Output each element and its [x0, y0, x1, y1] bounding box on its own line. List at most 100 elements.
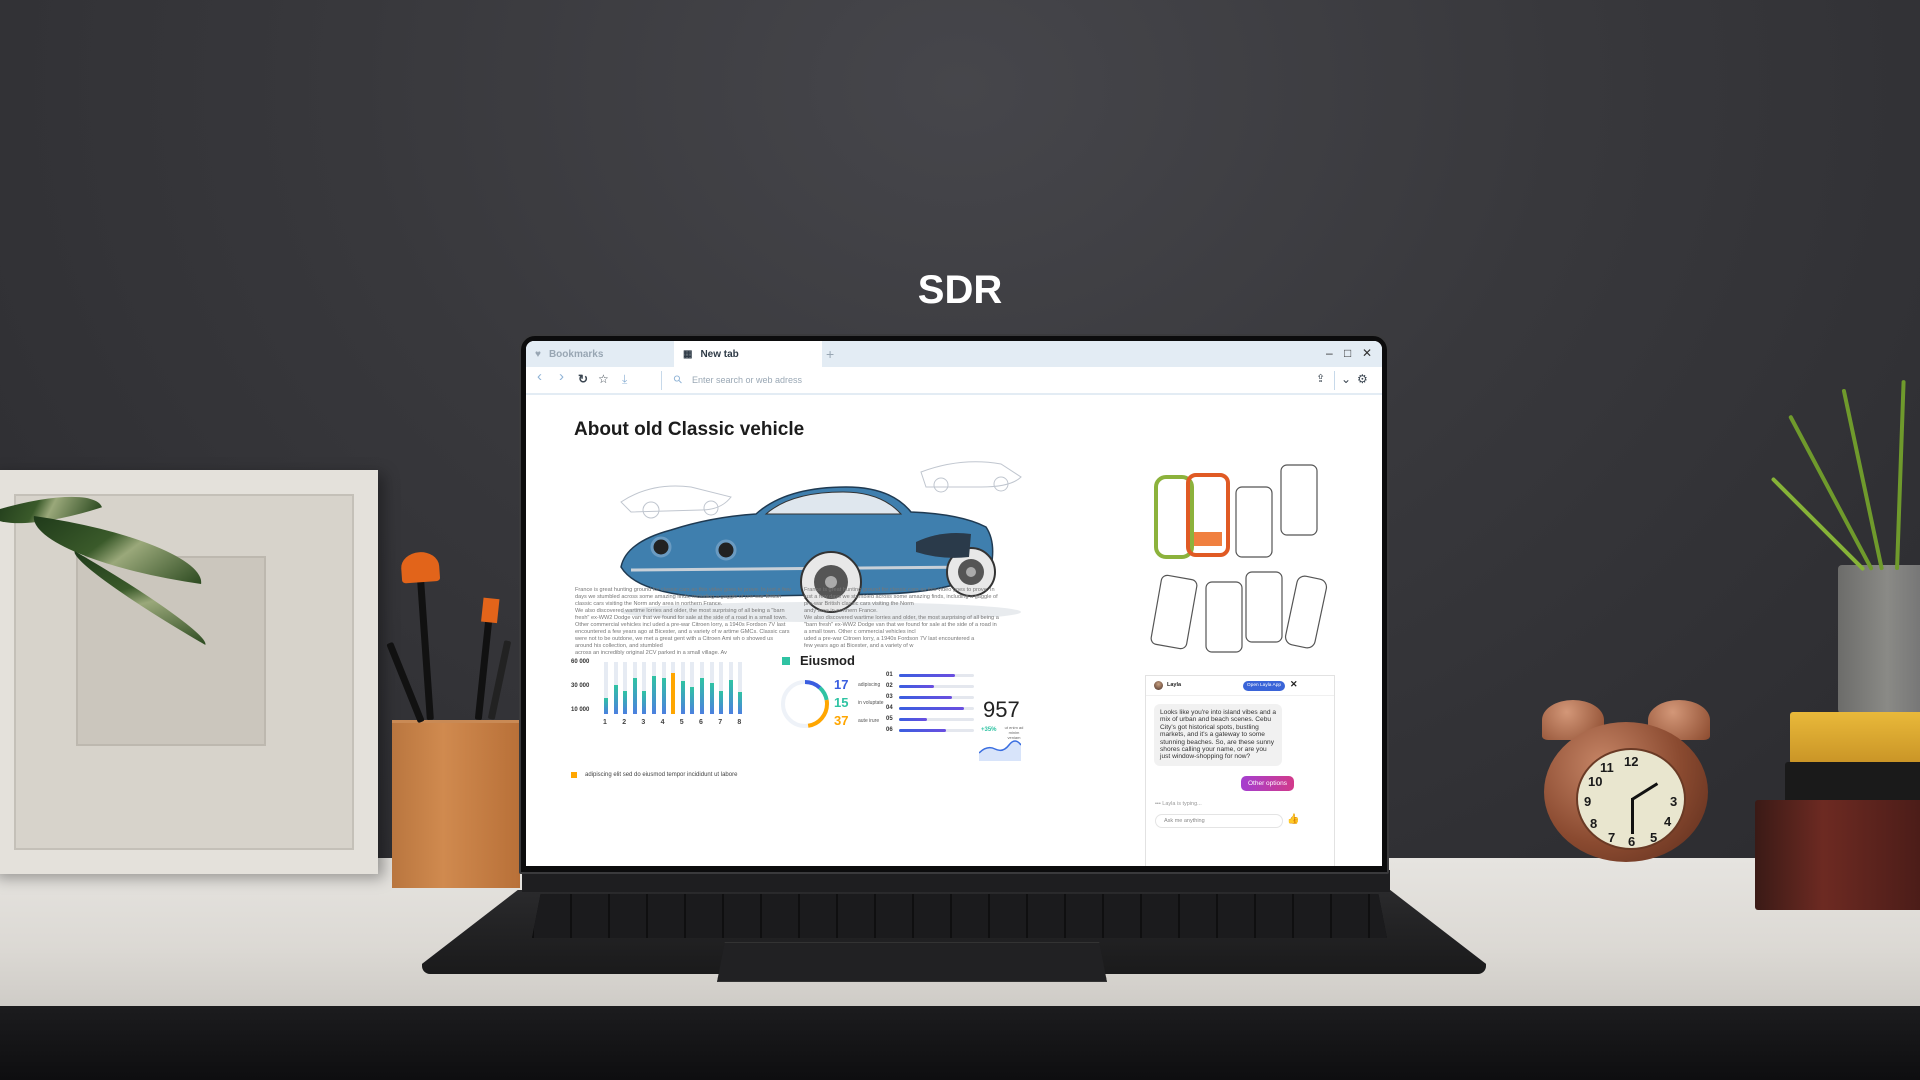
- square-icon: [782, 656, 790, 665]
- book-yellow: [1790, 712, 1920, 764]
- tab-bar: ♥ Bookmarks ▦ New tab + – □ ✕: [526, 341, 1382, 367]
- sketch-car-right: [920, 461, 1022, 493]
- tab-label: Bookmarks: [548, 348, 604, 360]
- minimize-icon[interactable]: –: [1326, 346, 1333, 360]
- sdr-label: SDR: [917, 268, 1003, 312]
- progress-fill: [899, 685, 934, 688]
- tab-label: New tab: [700, 348, 739, 360]
- stat-item: 17 adipiscing: [834, 677, 880, 692]
- chart-bar[interactable]: [671, 673, 676, 714]
- stat-label: aute irure: [858, 717, 880, 724]
- share-icon[interactable]: ⇪: [1316, 372, 1325, 385]
- forward-icon[interactable]: ›: [559, 368, 564, 385]
- chart-bar[interactable]: [632, 678, 637, 714]
- stat-label: adipiscing: [858, 681, 881, 688]
- legend-swatch: [571, 772, 577, 778]
- chart-bar[interactable]: [661, 678, 666, 714]
- chart-bar[interactable]: [642, 690, 647, 714]
- y-tick-label: 30 000: [571, 683, 590, 689]
- chart-bar[interactable]: [719, 690, 724, 714]
- sketch-car-left: [620, 485, 732, 519]
- donut-chart: [781, 680, 829, 728]
- clock-face: 12 3 69 11 10 87 54: [1576, 748, 1686, 850]
- progress-label: 02: [886, 683, 893, 689]
- close-icon[interactable]: ✕: [1290, 679, 1298, 690]
- chevron-down-icon[interactable]: ⌄: [1341, 372, 1351, 386]
- progress-fill: [899, 696, 953, 699]
- progress-label: 01: [886, 672, 893, 678]
- x-tick-label: 2: [622, 719, 627, 726]
- y-tick-label: 60 000: [571, 659, 590, 665]
- chart-bar[interactable]: [690, 687, 695, 714]
- progress-fill: [899, 718, 927, 721]
- address-bar[interactable]: Enter search or web adress: [692, 375, 802, 385]
- open-app-button[interactable]: Open Layla App: [1243, 681, 1285, 691]
- new-tab-button[interactable]: +: [826, 341, 846, 367]
- desk-edge: [0, 1006, 1920, 1080]
- close-icon[interactable]: ✕: [1362, 346, 1372, 360]
- toolbar-divider: [661, 371, 662, 390]
- x-tick-label: 6: [699, 719, 703, 726]
- laptop-base: [422, 870, 1486, 982]
- chart-bar[interactable]: [700, 678, 704, 714]
- book-black: [1785, 762, 1920, 804]
- grid-icon: ▦: [683, 348, 693, 360]
- chart-legend: adipiscing elit sed do eiusmod tempor in…: [571, 772, 737, 778]
- avatar: [1154, 681, 1163, 690]
- navigation-toolbar: ‹ › ↻ ☆ ⤓ ⚲ Enter search or web adress ⇪…: [526, 367, 1382, 395]
- gear-icon[interactable]: ⚙: [1357, 372, 1368, 386]
- y-tick-label: 10 000: [571, 707, 590, 713]
- stat-value: 15: [834, 695, 849, 710]
- progress-bar: [899, 685, 974, 688]
- progress-fill: [899, 729, 946, 732]
- progress-bar: [899, 707, 974, 710]
- typing-indicator: ••• Layla is typing...: [1155, 801, 1202, 807]
- chat-agent-name: Layla: [1167, 682, 1182, 688]
- tab-bookmarks[interactable]: ♥ Bookmarks: [526, 341, 674, 367]
- x-tick-label: 4: [660, 719, 665, 726]
- other-options-button[interactable]: Other options: [1241, 776, 1294, 791]
- heart-icon: ♥: [535, 348, 541, 360]
- trackpad[interactable]: [717, 942, 1107, 982]
- device-sketches-image: [1150, 464, 1328, 653]
- bar-chart: 60 000 30 000 10 000 1 2 3 4 5 6 7 8: [568, 659, 758, 762]
- maximize-icon[interactable]: □: [1344, 346, 1351, 360]
- chart-bar[interactable]: [728, 680, 733, 714]
- progress-fill: [899, 707, 965, 710]
- article-paragraph-left: France is great hunting ground for class…: [575, 587, 791, 656]
- keyboard[interactable]: [532, 894, 1387, 938]
- progress-bar: [899, 674, 974, 677]
- big-number: 957: [983, 697, 1020, 722]
- progress-bar: [899, 696, 974, 699]
- progress-label: 04: [886, 705, 893, 711]
- chart-bar[interactable]: [738, 692, 743, 714]
- back-icon[interactable]: ‹: [537, 368, 542, 385]
- chat-panel: Layla Open Layla App ✕ Looks like you're…: [1145, 675, 1335, 866]
- page-title: About old Classic vehicle: [574, 419, 805, 440]
- picture-frame-mat: [76, 556, 266, 746]
- chat-input[interactable]: Ask me anything: [1155, 814, 1283, 828]
- chart-bar[interactable]: [604, 698, 608, 714]
- progress-label: 03: [886, 694, 893, 700]
- download-icon[interactable]: ⤓: [622, 372, 627, 387]
- star-icon[interactable]: ☆: [598, 372, 609, 386]
- stat-item: 15 in voluptate: [834, 695, 884, 710]
- chart-bar[interactable]: [680, 681, 685, 714]
- brush-cup: [392, 720, 520, 888]
- progress-bar: [899, 729, 974, 732]
- thumbs-up-icon[interactable]: 👍: [1287, 814, 1299, 825]
- progress-label: 06: [886, 727, 893, 733]
- chart-bar[interactable]: [652, 675, 656, 714]
- reload-icon[interactable]: ↻: [578, 372, 588, 386]
- legend-label: adipiscing elit sed do eiusmod tempor in…: [585, 772, 738, 778]
- chart-bar[interactable]: [613, 685, 618, 714]
- change-percent: +35%: [981, 727, 997, 733]
- chart-bar[interactable]: [623, 690, 628, 714]
- alarm-clock: 12 3 69 11 10 87 54: [1540, 688, 1710, 868]
- chart-bar[interactable]: [709, 682, 714, 714]
- eiusmod-title: Eiusmod: [782, 653, 855, 668]
- eiusmod-heading: Eiusmod: [800, 653, 855, 668]
- page-content: About old Classic vehicle France is grea…: [526, 397, 1382, 866]
- tab-new-tab[interactable]: ▦ New tab: [674, 341, 822, 367]
- stat-value: 37: [834, 713, 849, 728]
